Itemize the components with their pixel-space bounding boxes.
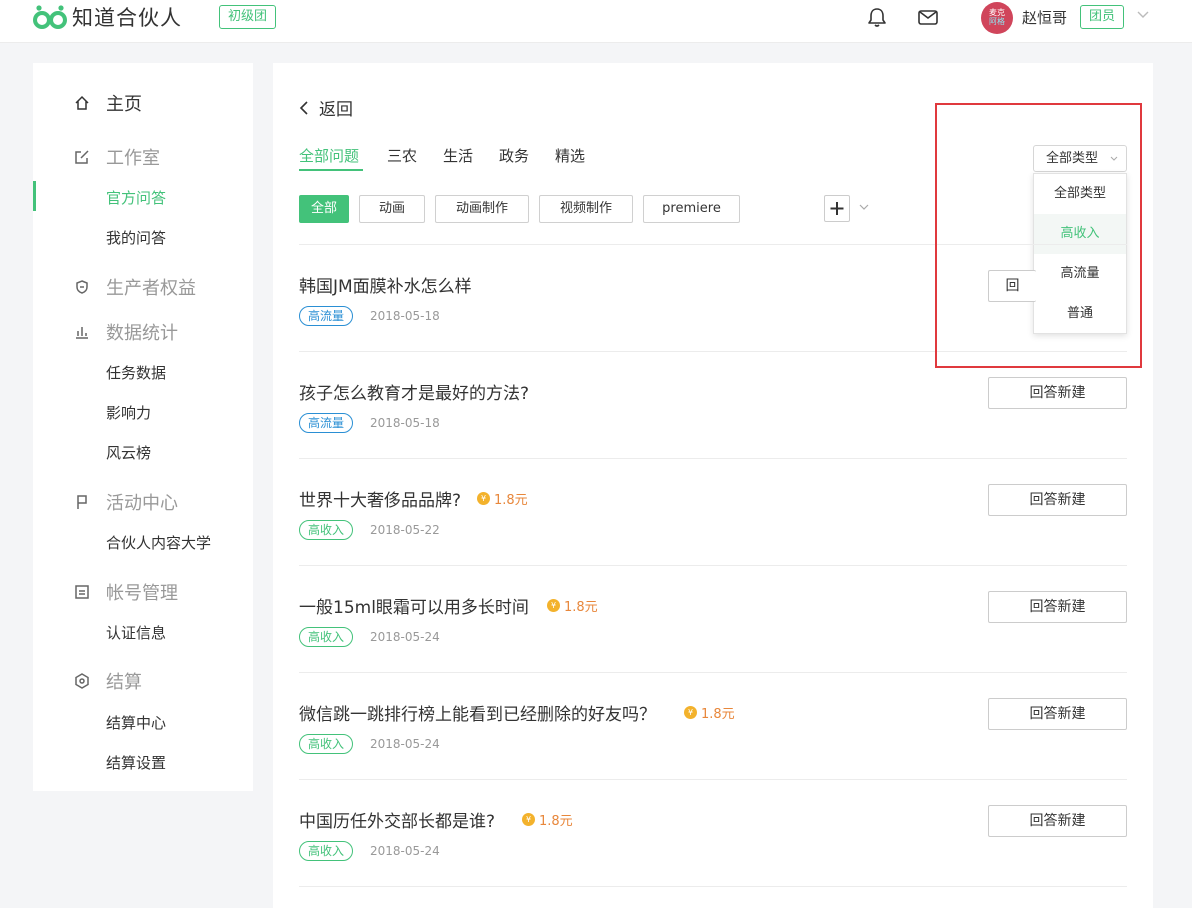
question-date: 2018-05-24 <box>370 844 440 858</box>
question-title[interactable]: 一般15ml眼霜可以用多长时间 <box>299 593 529 618</box>
edit-icon <box>75 150 89 164</box>
tag-high-income: 高收入 <box>299 520 354 540</box>
question-title[interactable]: 中国历任外交部长都是谁? <box>299 807 495 832</box>
answer-button[interactable]: 回答新建 <box>988 484 1127 516</box>
hexagon-icon <box>75 673 89 689</box>
sidebar-section-label: 活动中心 <box>106 493 178 514</box>
sidebar-item-certification[interactable]: 认证信息 <box>106 622 166 643</box>
reward: ¥ 1.8元 <box>547 596 598 615</box>
sidebar-item-task-data[interactable]: 任务数据 <box>106 362 166 383</box>
sidebar-item-label: 主页 <box>106 94 142 115</box>
answer-button[interactable]: 回答新建 <box>988 698 1127 730</box>
chip-video-production[interactable]: 视频制作 <box>539 195 633 223</box>
tag-high-income: 高收入 <box>299 627 354 647</box>
account-icon <box>75 585 89 599</box>
avatar-text-top: 麦克 <box>989 8 1005 17</box>
tab-underline <box>299 169 363 171</box>
coin-icon: ¥ <box>522 813 535 826</box>
coin-icon: ¥ <box>477 492 490 505</box>
sidebar: 主页 工作室 官方问答 我的问答 生产者权益 数据统计 任务数据 影响力 风云榜… <box>33 63 253 791</box>
annotation-highlight-box <box>935 103 1142 368</box>
sidebar-section-label: 帐号管理 <box>106 583 178 604</box>
sidebar-item-influence[interactable]: 影响力 <box>106 402 151 423</box>
role-badge: 团员 <box>1080 5 1125 29</box>
reward-amount: 1.8元 <box>539 814 573 829</box>
flag-icon <box>77 495 87 509</box>
tab-all-questions[interactable]: 全部问题 <box>299 145 359 166</box>
chip-all[interactable]: 全部 <box>299 195 349 223</box>
reward-amount: 1.8元 <box>494 493 528 508</box>
plus-icon <box>830 202 844 215</box>
chip-animation-production[interactable]: 动画制作 <box>435 195 529 223</box>
divider <box>299 672 1127 673</box>
top-header: 知道合伙人 初级团 麦克 阿格 赵恒哥 团员 <box>0 0 1192 43</box>
question-title[interactable]: 孩子怎么教育才是最好的方法? <box>299 379 529 404</box>
tab-life[interactable]: 生活 <box>443 145 473 166</box>
question-title[interactable]: 微信跳一跳排行榜上能看到已经删除的好友吗？ <box>299 700 656 725</box>
sidebar-item-partner-university[interactable]: 合伙人内容大学 <box>106 532 211 553</box>
logo-text: 知道合伙人 <box>72 6 182 30</box>
sidebar-section-label: 工作室 <box>106 148 160 169</box>
answer-button[interactable]: 回答新建 <box>988 805 1127 837</box>
reward: ¥ 1.8元 <box>477 489 528 508</box>
bell-icon[interactable] <box>866 6 888 28</box>
sidebar-section-label: 结算 <box>106 672 142 693</box>
question-date: 2018-05-24 <box>370 737 440 751</box>
reward-amount: 1.8元 <box>701 707 735 722</box>
coin-icon: ¥ <box>547 599 560 612</box>
chevron-down-icon[interactable] <box>1136 10 1150 20</box>
question-title[interactable]: 世界十大奢侈品品牌? <box>299 486 461 511</box>
avatar-text-bottom: 阿格 <box>989 17 1005 26</box>
level-badge: 初级团 <box>219 5 277 29</box>
back-link[interactable]: 返回 <box>299 95 353 120</box>
tag-high-traffic: 高流量 <box>299 413 354 433</box>
divider <box>299 779 1127 780</box>
question-date: 2018-05-24 <box>370 630 440 644</box>
chip-premiere[interactable]: premiere <box>643 195 740 223</box>
reward-amount: 1.8元 <box>564 600 598 615</box>
active-indicator <box>33 181 36 211</box>
bar-chart-icon <box>76 327 88 339</box>
avatar[interactable]: 麦克 阿格 <box>981 2 1013 34</box>
add-category-button[interactable] <box>824 195 850 222</box>
sidebar-item-leaderboard[interactable]: 风云榜 <box>106 442 151 463</box>
sidebar-item-official-qa[interactable]: 官方问答 <box>106 187 166 208</box>
question-title[interactable]: 韩国JM面膜补水怎么样 <box>299 272 472 297</box>
shield-icon <box>76 280 88 294</box>
question-date: 2018-05-22 <box>370 523 440 537</box>
divider <box>299 565 1127 566</box>
logo-icon <box>33 5 67 29</box>
reward: ¥ 1.8元 <box>522 810 573 829</box>
tab-featured[interactable]: 精选 <box>555 145 585 166</box>
back-label: 返回 <box>319 100 353 120</box>
sidebar-item-settlement-center[interactable]: 结算中心 <box>106 712 166 733</box>
chevron-left-icon <box>299 100 308 115</box>
question-date: 2018-05-18 <box>370 416 440 430</box>
chevron-down-icon[interactable] <box>858 203 870 211</box>
coin-icon: ¥ <box>684 706 697 719</box>
tab-government[interactable]: 政务 <box>499 145 529 166</box>
divider <box>299 886 1127 887</box>
sidebar-item-my-answers[interactable]: 我的问答 <box>106 227 166 248</box>
tag-high-traffic: 高流量 <box>299 306 354 326</box>
tab-agriculture[interactable]: 三农 <box>387 145 417 166</box>
home-icon <box>75 95 89 110</box>
answer-button[interactable]: 回答新建 <box>988 377 1127 409</box>
sidebar-section-label: 数据统计 <box>106 323 178 344</box>
chip-animation[interactable]: 动画 <box>359 195 425 223</box>
username[interactable]: 赵恒哥 <box>1022 7 1067 28</box>
sidebar-item-label: 生产者权益 <box>106 278 196 299</box>
question-date: 2018-05-18 <box>370 309 440 323</box>
mail-icon[interactable] <box>917 6 939 28</box>
reward: ¥ 1.8元 <box>684 703 735 722</box>
logo[interactable]: 知道合伙人 <box>32 3 182 31</box>
divider <box>299 458 1127 459</box>
tag-high-income: 高收入 <box>299 841 354 861</box>
tag-high-income: 高收入 <box>299 734 354 754</box>
answer-button[interactable]: 回答新建 <box>988 591 1127 623</box>
sidebar-item-settlement-settings[interactable]: 结算设置 <box>106 752 166 773</box>
